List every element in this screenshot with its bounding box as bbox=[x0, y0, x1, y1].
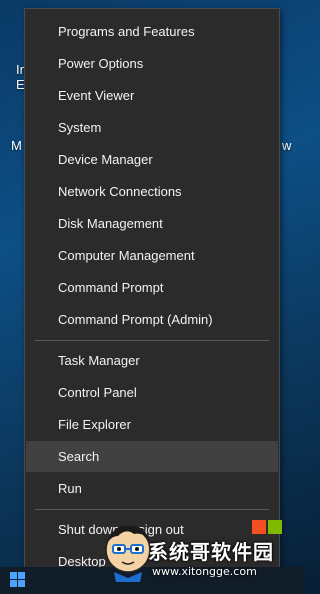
menu-item-network-connections[interactable]: Network Connections bbox=[26, 176, 278, 207]
menu-item-task-manager[interactable]: Task Manager bbox=[26, 345, 278, 376]
menu-item-device-manager[interactable]: Device Manager bbox=[26, 144, 278, 175]
menu-item-event-viewer[interactable]: Event Viewer bbox=[26, 80, 278, 111]
menu-item-control-panel[interactable]: Control Panel bbox=[26, 377, 278, 408]
menu-item-disk-management[interactable]: Disk Management bbox=[26, 208, 278, 239]
winx-context-menu: Programs and Features Power Options Even… bbox=[24, 8, 280, 584]
taskbar bbox=[0, 567, 305, 594]
menu-item-search[interactable]: Search bbox=[26, 441, 278, 472]
menu-separator bbox=[35, 340, 269, 341]
menu-item-power-options[interactable]: Power Options bbox=[26, 48, 278, 79]
menu-item-file-explorer[interactable]: File Explorer bbox=[26, 409, 278, 440]
menu-item-command-prompt[interactable]: Command Prompt bbox=[26, 272, 278, 303]
menu-item-computer-management[interactable]: Computer Management bbox=[26, 240, 278, 271]
menu-item-system[interactable]: System bbox=[26, 112, 278, 143]
menu-separator bbox=[35, 509, 269, 510]
menu-item-programs-and-features[interactable]: Programs and Features bbox=[26, 16, 278, 47]
windows-logo-icon[interactable] bbox=[10, 572, 25, 587]
menu-item-shut-down-or-sign-out[interactable]: Shut down or sign out bbox=[26, 514, 278, 545]
desktop-label-fragment: w bbox=[282, 138, 292, 153]
colored-tiles-logo-icon bbox=[252, 520, 282, 550]
menu-item-command-prompt-admin[interactable]: Command Prompt (Admin) bbox=[26, 304, 278, 335]
menu-item-run[interactable]: Run bbox=[26, 473, 278, 504]
desktop-label-fragment: M bbox=[11, 138, 22, 153]
